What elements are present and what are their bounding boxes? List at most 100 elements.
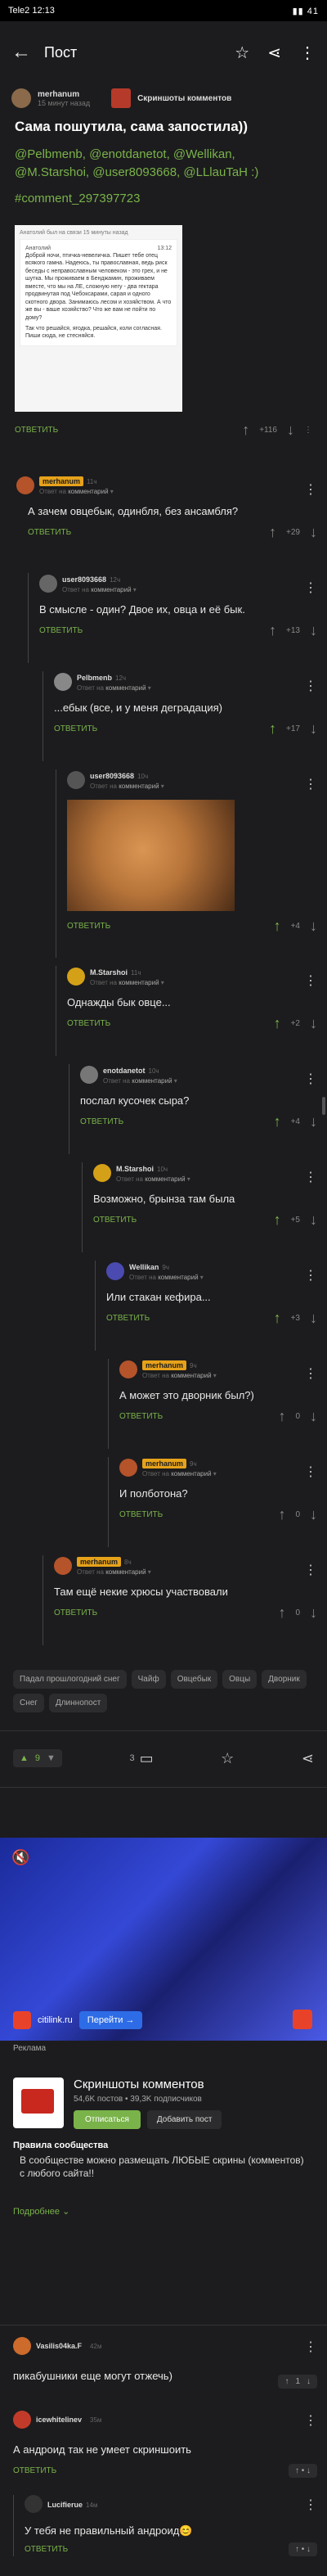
comment-author[interactable]: enotdanetot <box>103 1067 146 1075</box>
avatar[interactable] <box>16 476 34 494</box>
tag[interactable]: Длиннопост <box>48 1694 108 1712</box>
comment-author[interactable]: user8093668 <box>62 575 106 584</box>
downvote-icon[interactable]: ↓ <box>287 422 294 439</box>
comment-author[interactable]: Pelbmenb <box>77 674 112 682</box>
comment-author[interactable]: merhanum <box>77 1557 122 1567</box>
downvote-icon[interactable]: ↓ <box>310 1015 317 1032</box>
upvote-icon[interactable]: ↑ <box>274 1310 281 1327</box>
comment-author[interactable]: Lucifierue <box>47 2501 83 2509</box>
comment-author[interactable]: merhanum <box>39 476 84 486</box>
reply-to[interactable]: Ответ на комментарий ▾ <box>39 488 114 495</box>
reply-to[interactable]: Ответ на комментарий ▾ <box>90 979 164 986</box>
comment-author[interactable]: merhanum <box>142 1459 187 1468</box>
unsubscribe-button[interactable]: Отписаться <box>74 2110 141 2129</box>
avatar[interactable] <box>54 1556 72 1575</box>
tag[interactable]: Падал прошлогодний снег <box>13 1670 127 1689</box>
ad-video[interactable]: 🔇 citilink.ru Перейти → <box>0 1838 327 2041</box>
downvote-icon[interactable]: ↓ <box>310 720 317 738</box>
more-icon[interactable]: ⋮ <box>304 1365 317 1382</box>
reply-button[interactable]: ОТВЕТИТЬ <box>67 1019 110 1028</box>
avatar[interactable] <box>54 672 72 691</box>
downvote-icon[interactable]: ↓ <box>310 918 317 935</box>
upvote-icon[interactable]: ↑ <box>269 524 276 541</box>
back-arrow-icon[interactable]: ← <box>11 41 44 64</box>
reply-button[interactable]: ОТВЕТИТЬ <box>25 2545 68 2554</box>
community-logo[interactable] <box>13 2077 64 2128</box>
upvote-icon[interactable]: ↑ <box>269 720 276 738</box>
avatar[interactable] <box>119 1458 137 1477</box>
tag[interactable]: Овцебык <box>170 1670 218 1689</box>
comment-author[interactable]: Wellikan <box>129 1263 159 1271</box>
more-icon[interactable]: ⋮ <box>304 776 317 792</box>
more-icon[interactable]: ⋮ <box>304 1464 317 1480</box>
avatar[interactable] <box>106 1261 124 1280</box>
reply-button[interactable]: ОТВЕТИТЬ <box>15 426 58 435</box>
upvote-icon[interactable]: ▲ <box>20 1753 29 1763</box>
mute-icon[interactable]: 🔇 <box>11 1849 29 1866</box>
star-icon[interactable]: ☆ <box>235 43 249 63</box>
reply-to[interactable]: Ответ на комментарий ▾ <box>142 1470 217 1477</box>
avatar[interactable] <box>67 967 85 986</box>
downvote-icon[interactable]: ↓ <box>310 1310 317 1327</box>
author-name[interactable]: merhanum <box>38 90 90 99</box>
avatar[interactable] <box>80 1065 98 1084</box>
downvote-icon[interactable]: ↓ <box>310 1408 317 1425</box>
downvote-icon[interactable]: ↓ <box>310 1506 317 1523</box>
reply-button[interactable]: ОТВЕТИТЬ <box>93 1216 137 1225</box>
comment-author[interactable]: icewhitelinev <box>36 2416 82 2424</box>
reply-button[interactable]: ОТВЕТИТЬ <box>67 922 110 931</box>
more-icon[interactable]: ⋮ <box>304 426 312 435</box>
comment-author[interactable]: M.Starshoi <box>116 1165 154 1173</box>
downvote-icon[interactable]: ↓ <box>310 1604 317 1622</box>
more-link[interactable]: Подробнее ⌄ <box>0 2181 327 2241</box>
reply-to[interactable]: Ответ на комментарий ▾ <box>103 1077 177 1085</box>
tag[interactable]: Овцы <box>222 1670 258 1689</box>
cat-image[interactable] <box>67 800 235 911</box>
add-post-button[interactable]: Добавить пост <box>146 2110 222 2129</box>
more-icon[interactable]: ⋮ <box>304 1562 317 1578</box>
more-icon[interactable]: ⋮ <box>299 43 316 63</box>
more-icon[interactable]: ⋮ <box>304 678 317 694</box>
upvote-icon[interactable]: ↑ <box>274 918 281 935</box>
more-icon[interactable]: ⋮ <box>304 972 317 989</box>
reply-button[interactable]: ОТВЕТИТЬ <box>119 1412 163 1421</box>
upvote-icon[interactable]: ↑ <box>278 1506 285 1523</box>
post-screenshot-image[interactable]: Анатолий был на связи 15 минуты назад Ан… <box>15 224 182 412</box>
reply-to[interactable]: Ответ на комментарий ▾ <box>129 1274 204 1281</box>
post-hashtag[interactable]: #comment_297397723 <box>0 183 327 220</box>
avatar[interactable] <box>67 770 85 789</box>
reply-to[interactable]: Ответ на комментарий ▾ <box>62 586 137 593</box>
post-mentions[interactable]: @Pelbmenb, @enotdanetot, @Wellikan, @M.S… <box>0 144 327 183</box>
community-name[interactable]: Скриншоты комментов <box>137 94 231 103</box>
community-title[interactable]: Скриншоты комментов <box>74 2077 222 2091</box>
rating-pill[interactable]: ▲ 9 ▼ <box>13 1749 62 1767</box>
upvote-icon[interactable]: ↑ <box>274 1211 281 1229</box>
more-icon[interactable]: ⋮ <box>304 1267 317 1283</box>
vote-pill[interactable]: ↑ • ↓ <box>288 2542 317 2556</box>
scrollbar[interactable] <box>322 1097 325 1115</box>
downvote-icon[interactable]: ↓ <box>310 622 317 639</box>
share-icon[interactable]: ⋖ <box>302 1750 314 1767</box>
author-avatar[interactable] <box>11 88 31 108</box>
reply-to[interactable]: Ответ на комментарий ▾ <box>90 783 164 790</box>
comment-author[interactable]: Vasilis04ka.F <box>36 2342 82 2350</box>
reply-to[interactable]: Ответ на комментарий ▾ <box>77 1568 151 1576</box>
tag[interactable]: Чайф <box>131 1670 166 1689</box>
ad-site[interactable]: citilink.ru <box>38 2015 73 2025</box>
more-icon[interactable]: ⋮ <box>304 2339 317 2355</box>
reply-to[interactable]: Ответ на комментарий ▾ <box>116 1175 190 1183</box>
upvote-icon[interactable]: ↑ <box>274 1015 281 1032</box>
downvote-icon[interactable]: ↓ <box>310 1113 317 1130</box>
avatar[interactable] <box>119 1360 137 1378</box>
downvote-icon[interactable]: ▼ <box>47 1753 56 1763</box>
community-avatar[interactable] <box>111 88 132 108</box>
share-icon[interactable]: ⋖ <box>267 43 281 63</box>
upvote-icon[interactable]: ↑ <box>278 1408 285 1425</box>
reply-button[interactable]: ОТВЕТИТЬ <box>80 1117 123 1126</box>
upvote-icon[interactable]: ↑ <box>278 1604 285 1622</box>
comment-author[interactable]: M.Starshoi <box>90 968 128 977</box>
reply-to[interactable]: Ответ на комментарий ▾ <box>142 1372 217 1379</box>
comment-author[interactable]: user8093668 <box>90 772 134 780</box>
vote-pill[interactable]: ↑ • ↓ <box>288 2464 317 2478</box>
more-icon[interactable]: ⋮ <box>304 481 317 498</box>
